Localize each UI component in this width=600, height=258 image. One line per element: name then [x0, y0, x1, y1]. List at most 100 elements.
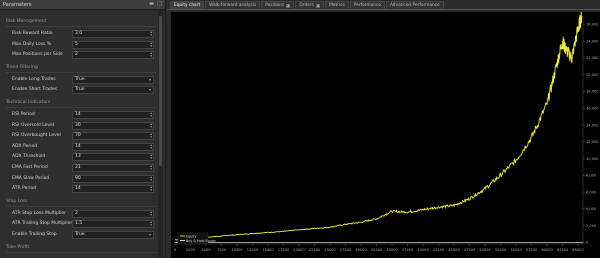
- param-label: RSI Period: [12, 112, 35, 117]
- legend-label-buy-hold: Buy & Hold Equity: [186, 239, 216, 243]
- param-value: 2: [75, 210, 78, 216]
- parameters-panel: Parameters ▬ □ Risk Management Risk Rewar…: [0, 0, 166, 258]
- maximize-icon[interactable]: □: [157, 2, 162, 7]
- x-tick-label: 42500: [433, 248, 445, 252]
- x-tick-label: 12500: [247, 248, 259, 252]
- param-input[interactable]: 30 ▴ ▾: [72, 121, 154, 130]
- param-label: EMA Slow Period: [12, 175, 50, 181]
- section-title: Risk Management: [6, 19, 47, 24]
- tab-count-badge: 4: [315, 3, 321, 8]
- param-input[interactable]: 5 ▴ ▾: [72, 40, 154, 49]
- y-tick-label: 18,000: [586, 90, 599, 94]
- param-label: ATR Stop Loss Multiplier: [12, 210, 66, 216]
- param-input[interactable]: 3.0 ▴ ▾: [72, 30, 154, 38]
- spinner-arrows-icon[interactable]: ▴ ▾: [150, 122, 152, 129]
- minimize-icon[interactable]: ▬: [149, 2, 154, 7]
- spinner-arrows-icon[interactable]: ▴ ▾: [150, 143, 152, 150]
- y-tick-label: 2,000: [586, 224, 597, 228]
- param-value: 21: [75, 165, 81, 170]
- param-value: 1.5: [75, 221, 83, 227]
- param-input[interactable]: 14 ▴ ▾: [72, 111, 154, 119]
- results-area: Equity chart Walk-forward analysis Positio…: [167, 0, 600, 258]
- section-divider: [6, 26, 156, 27]
- tab-positions[interactable]: Positions 2: [261, 1, 295, 9]
- chevron-down-icon[interactable]: ▾: [149, 87, 151, 93]
- spinner-arrows-icon[interactable]: ▴ ▾: [150, 164, 152, 171]
- param-value: 30: [75, 122, 81, 128]
- param-label: Risk Reward Ratio: [12, 31, 53, 36]
- param-dropdown[interactable]: True ▾: [72, 231, 154, 239]
- param-input[interactable]: 14 ▴ ▾: [72, 142, 154, 151]
- param-label: Enable Trailing Stop: [12, 232, 57, 237]
- x-tick-label: 37500: [402, 248, 414, 252]
- tab-advanced-performance[interactable]: Advanced Performance: [385, 1, 444, 9]
- param-input[interactable]: 13 ▴ ▾: [72, 153, 154, 162]
- tab-label: Orders: [299, 2, 314, 8]
- tab-metrics[interactable]: Metrics: [325, 1, 349, 9]
- tab-label: Advanced Performance: [389, 2, 440, 8]
- param-value: 14: [75, 143, 81, 149]
- y-tick-label: 16,000: [586, 107, 599, 111]
- y-tick-label: 12,000: [586, 140, 599, 144]
- param-label: ATR Trailing Stop Multiplier: [12, 221, 73, 227]
- x-tick-label: 52500: [495, 248, 507, 252]
- x-tick-label: 17500: [278, 248, 290, 252]
- param-value: 14: [75, 112, 81, 117]
- chevron-down-icon[interactable]: ▾: [149, 77, 151, 83]
- panel-header: Parameters ▬ □: [0, 0, 165, 10]
- y-tick-label: 10,000: [586, 157, 599, 161]
- spinner-arrows-icon[interactable]: ▴ ▾: [150, 185, 152, 192]
- x-tick-label: 15000: [262, 248, 274, 252]
- x-tick-label: 32500: [371, 248, 383, 252]
- param-label: Enable Long Trades: [12, 76, 56, 82]
- param-input[interactable]: 1.5 ▴ ▾: [72, 220, 154, 229]
- param-input[interactable]: 90 ▴ ▾: [72, 174, 154, 183]
- param-dropdown[interactable]: True ▾: [72, 75, 154, 84]
- spinner-arrows-icon[interactable]: ▴ ▾: [150, 175, 152, 182]
- tab-orders[interactable]: Orders 4: [295, 1, 325, 9]
- x-tick-label: 10000: [231, 248, 243, 252]
- tab-equity-chart[interactable]: Equity chart: [170, 1, 205, 9]
- param-value: True: [75, 87, 85, 93]
- tab-bar: Equity chart Walk-forward analysis Positio…: [167, 0, 600, 10]
- param-input[interactable]: 21 ▴ ▾: [72, 164, 154, 172]
- spinner-arrows-icon[interactable]: ▴ ▾: [150, 221, 152, 228]
- param-input[interactable]: 14 ▴ ▾: [72, 185, 154, 194]
- equity-chart-svg: 0 2500 5000 7500 10000 12500 15000 17500 20000 22…: [171, 12, 600, 258]
- tab-performance[interactable]: Performance: [349, 1, 385, 9]
- section-divider: [6, 251, 156, 253]
- spinner-arrows-icon[interactable]: ▴ ▾: [150, 51, 152, 58]
- param-label: Enable Short Trades: [12, 87, 57, 93]
- spinner-arrows-icon[interactable]: ▴ ▾: [150, 111, 152, 118]
- param-input[interactable]: 2 ▴ ▾: [72, 209, 154, 218]
- y-tick-label: 24,000: [586, 39, 599, 43]
- spinner-arrows-icon[interactable]: ▴ ▾: [150, 30, 152, 37]
- param-value: 3.0: [75, 31, 83, 36]
- tab-label: Positions: [265, 2, 285, 8]
- x-tick-label: 40000: [417, 248, 429, 252]
- param-value: 14: [75, 186, 81, 192]
- x-tick-label: 50000: [479, 248, 491, 252]
- y-tick-label: 14,000: [586, 123, 599, 127]
- section-divider: [6, 205, 156, 207]
- spinner-arrows-icon[interactable]: ▴ ▾: [150, 154, 152, 161]
- tab-label: Equity chart: [174, 2, 201, 8]
- param-input[interactable]: 70 ▴ ▾: [72, 132, 154, 141]
- panel-title: Parameters: [3, 1, 32, 8]
- section-title: Trend Filtering: [6, 64, 38, 70]
- y-tick-label: 22,000: [586, 56, 599, 60]
- spinner-arrows-icon[interactable]: ▴ ▾: [150, 41, 152, 48]
- param-dropdown[interactable]: True ▾: [72, 86, 154, 95]
- scrollbar[interactable]: [158, 10, 163, 258]
- spinner-arrows-icon[interactable]: ▴ ▾: [150, 210, 152, 217]
- spinner-arrows-icon[interactable]: ▴ ▾: [150, 132, 152, 139]
- scroll-thumb[interactable]: [159, 16, 162, 166]
- param-input[interactable]: 2 ▴ ▾: [72, 51, 154, 60]
- x-tick-label: 20000: [293, 248, 305, 252]
- tab-count-badge: 2: [286, 3, 291, 8]
- param-value: 5: [75, 41, 78, 47]
- x-tick-label: 25000: [324, 248, 336, 252]
- tab-walk-forward-analysis[interactable]: Walk-forward analysis: [205, 1, 261, 9]
- x-tick-label: 62500: [557, 248, 569, 252]
- chevron-down-icon[interactable]: ▾: [149, 232, 151, 238]
